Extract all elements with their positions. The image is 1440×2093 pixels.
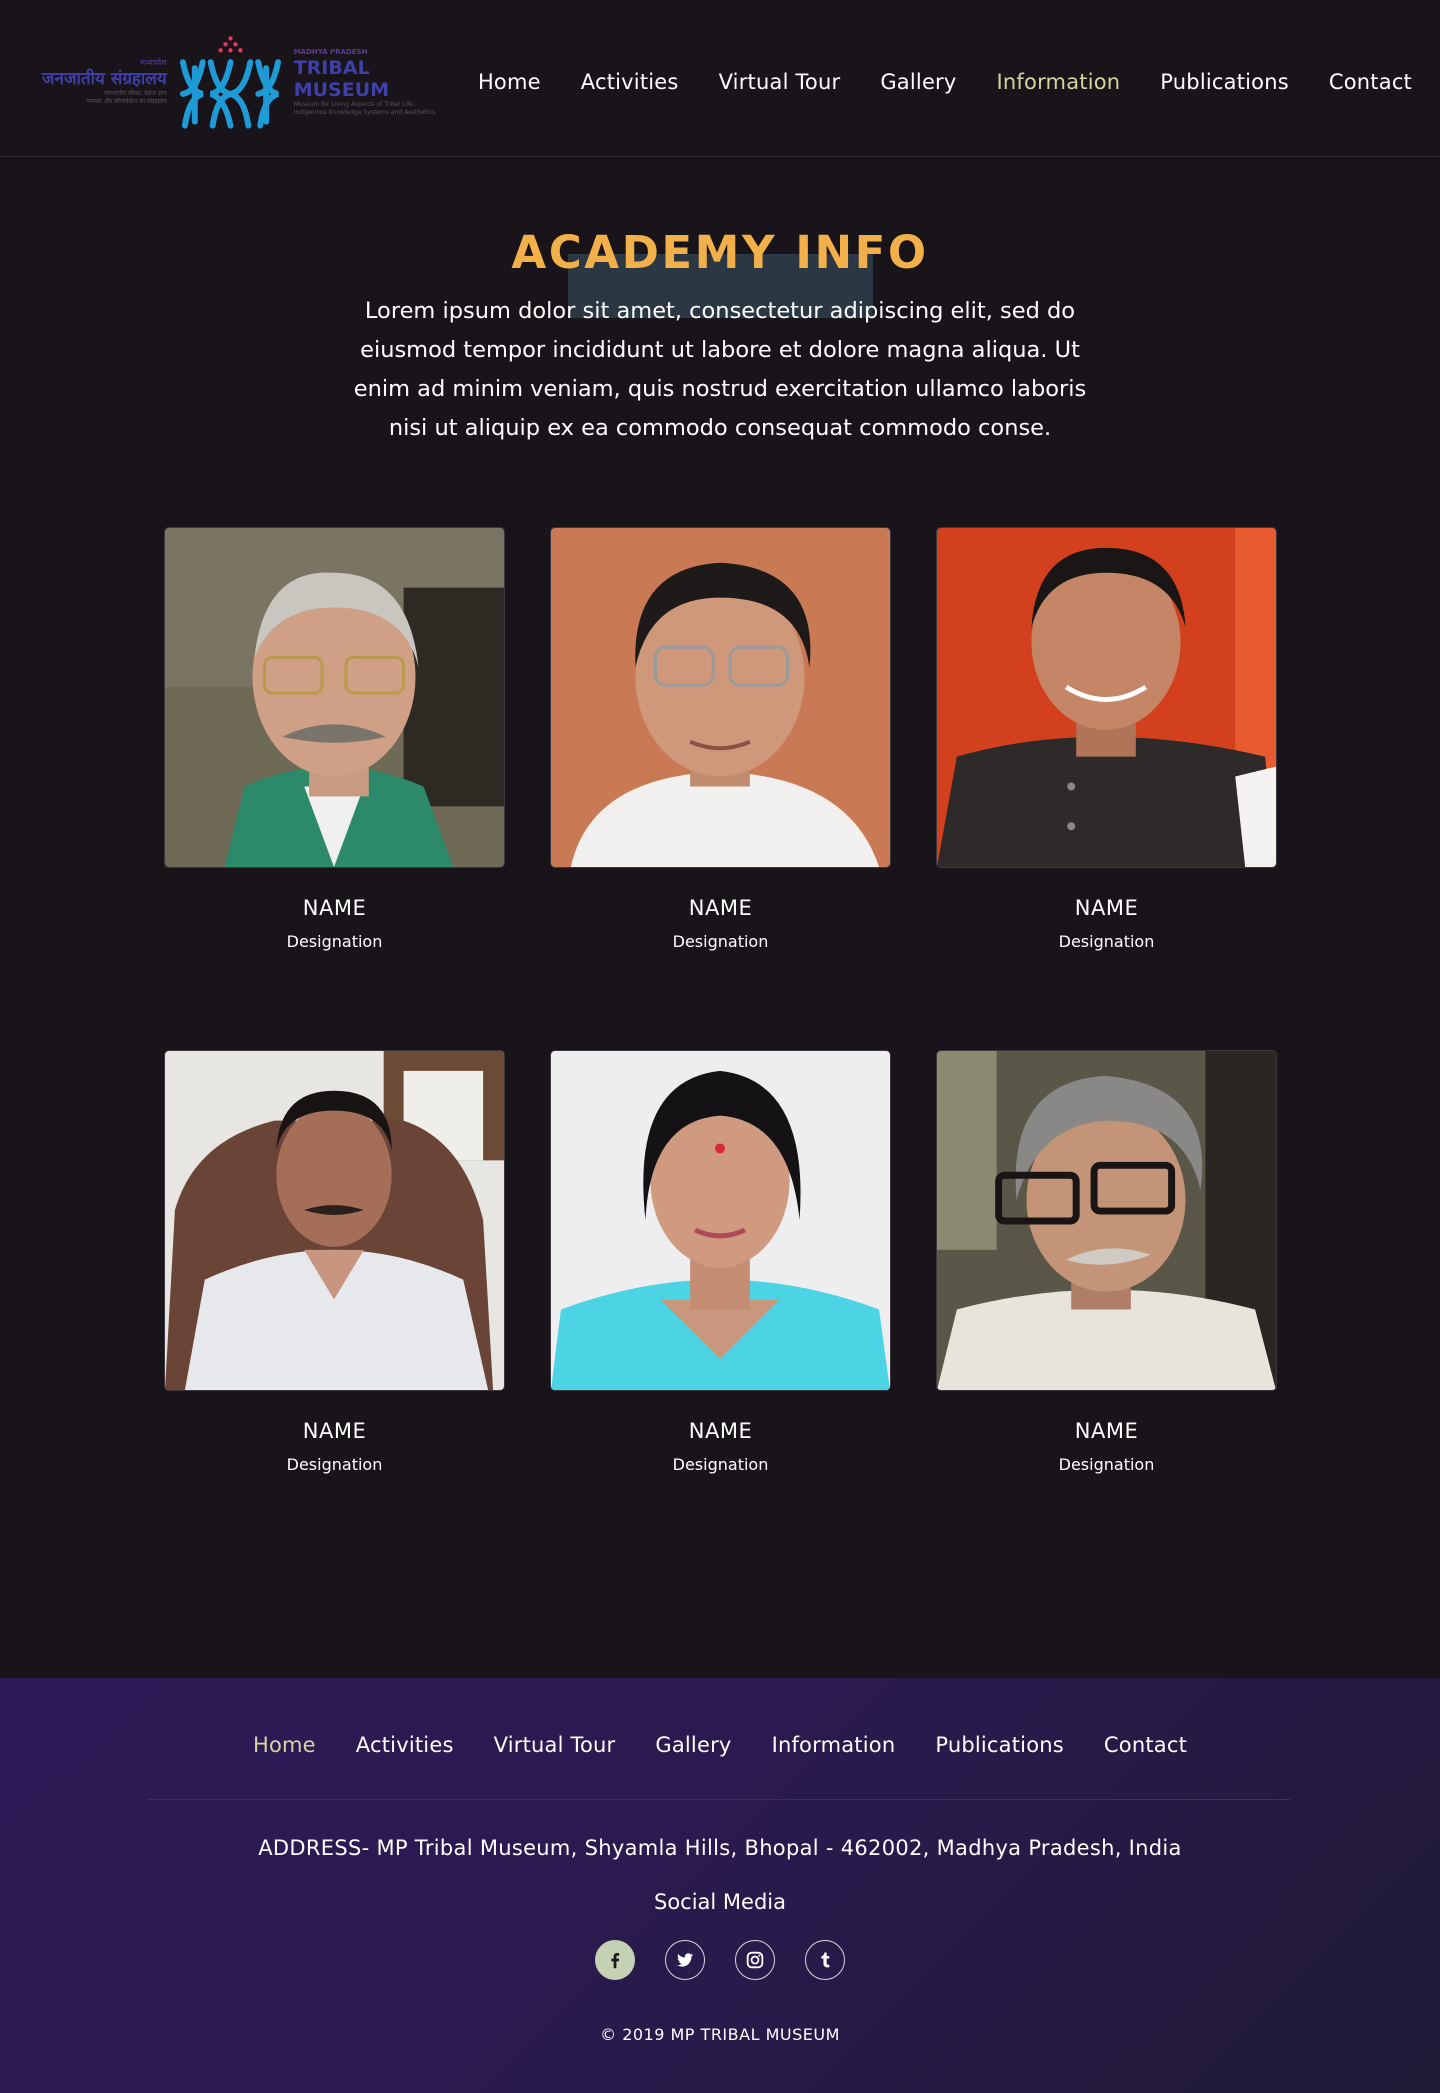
portrait-photo	[937, 1051, 1276, 1390]
footer-nav-contact[interactable]: Contact	[1104, 1733, 1187, 1757]
team-member-designation: Designation	[672, 932, 769, 951]
team-member-designation: Designation	[672, 1455, 769, 1474]
footer-nav-gallery[interactable]: Gallery	[655, 1733, 731, 1757]
tumblr-icon	[821, 1952, 830, 1968]
nav-gallery[interactable]: Gallery	[880, 70, 956, 94]
team-card: NAME Designation	[936, 1050, 1277, 1474]
footer-nav-publications[interactable]: Publications	[935, 1733, 1064, 1757]
main-nav: Home Activities Virtual Tour Gallery Inf…	[478, 70, 1412, 94]
nav-publications[interactable]: Publications	[1160, 70, 1289, 94]
team-member-name: NAME	[688, 896, 753, 920]
logo-hindi-title: जनजातीय संग्रहालय	[41, 69, 167, 89]
nav-activities[interactable]: Activities	[581, 70, 679, 94]
team-card: NAME Designation	[164, 527, 505, 951]
team-photo	[550, 1050, 891, 1391]
footer-address: ADDRESS- MP Tribal Museum, Shyamla Hills…	[258, 1836, 1182, 1860]
twitter-icon	[676, 1953, 694, 1967]
portrait-photo	[551, 1051, 890, 1390]
nav-home[interactable]: Home	[478, 70, 541, 94]
team-photo	[550, 527, 891, 868]
facebook-button[interactable]	[595, 1940, 635, 1980]
logo-en-top: MADHYA PRADESH	[293, 47, 368, 56]
logo-en-sub2: Indigenous Knowledge Systems and Aesthet…	[293, 108, 436, 116]
team-member-name: NAME	[1074, 896, 1139, 920]
nav-contact[interactable]: Contact	[1329, 70, 1412, 94]
facebook-icon	[611, 1953, 620, 1969]
footer-nav-virtual-tour[interactable]: Virtual Tour	[494, 1733, 616, 1757]
copyright-text: © 2019 MP TRIBAL MUSEUM	[600, 2025, 840, 2044]
logo-english-text: MADHYA PRADESH TRIBAL MUSEUM Museum for …	[286, 48, 470, 117]
twitter-button[interactable]	[665, 1940, 705, 1980]
site-footer: Home Activities Virtual Tour Gallery Inf…	[0, 1678, 1440, 2093]
logo-en-title: TRIBAL MUSEUM	[293, 56, 390, 101]
tumblr-button[interactable]	[805, 1940, 845, 1980]
team-member-designation: Designation	[286, 932, 383, 951]
footer-nav-activities[interactable]: Activities	[356, 1733, 454, 1757]
footer-nav-information[interactable]: Information	[772, 1733, 896, 1757]
site-header: मध्यप्रदेश जनजातीय संग्रहालय जनजातीय जीव…	[0, 0, 1440, 157]
portrait-photo	[165, 528, 504, 867]
logo-hindi-sub2: परम्परा और सौन्दर्यबोध का संग्रहालय	[86, 98, 167, 105]
team-member-designation: Designation	[286, 1455, 383, 1474]
team-member-name: NAME	[1074, 1419, 1139, 1443]
team-card: NAME Designation	[164, 1050, 505, 1474]
intro-paragraph: Lorem ipsum dolor sit amet, consectetur …	[353, 298, 1087, 441]
site-logo[interactable]: मध्यप्रदेश जनजातीय संग्रहालय जनजातीय जीव…	[30, 32, 470, 132]
instagram-button[interactable]	[735, 1940, 775, 1980]
footer-nav: Home Activities Virtual Tour Gallery Inf…	[0, 1733, 1440, 1757]
team-photo	[936, 1050, 1277, 1391]
instagram-icon	[746, 1951, 764, 1969]
team-photo	[936, 527, 1277, 868]
nav-virtual-tour[interactable]: Virtual Tour	[719, 70, 841, 94]
social-links	[0, 1940, 1440, 1980]
logo-hindi-top: मध्यप्रदेश	[140, 58, 167, 67]
footer-nav-home[interactable]: Home	[253, 1733, 316, 1757]
logo-hindi-text: मध्यप्रदेश जनजातीय संग्रहालय जनजातीय जीव…	[30, 58, 175, 106]
team-member-name: NAME	[302, 1419, 367, 1443]
team-member-name: NAME	[688, 1419, 753, 1443]
team-member-name: NAME	[302, 896, 367, 920]
nav-information[interactable]: Information	[997, 70, 1121, 94]
portrait-photo	[937, 528, 1276, 867]
footer-divider	[148, 1799, 1290, 1800]
portrait-photo	[165, 1051, 504, 1390]
team-card: NAME Designation	[936, 527, 1277, 951]
logo-hindi-sub1: जनजातीय जीवन, देशज ज्ञान	[103, 90, 167, 97]
social-media-heading: Social Media	[653, 1890, 786, 1914]
team-card: NAME Designation	[550, 527, 891, 951]
page-title: ACADEMY INFO	[511, 226, 929, 279]
team-card: NAME Designation	[550, 1050, 891, 1474]
page-title-wrap: ACADEMY INFO	[0, 226, 1440, 279]
tribal-museum-emblem-icon	[179, 36, 281, 129]
team-photo	[164, 527, 505, 868]
team-member-designation: Designation	[1058, 932, 1155, 951]
logo-en-sub1: Museum for Living Aspects of Tribal Life…	[293, 100, 415, 108]
team-member-designation: Designation	[1058, 1455, 1155, 1474]
portrait-photo	[551, 528, 890, 867]
team-photo	[164, 1050, 505, 1391]
